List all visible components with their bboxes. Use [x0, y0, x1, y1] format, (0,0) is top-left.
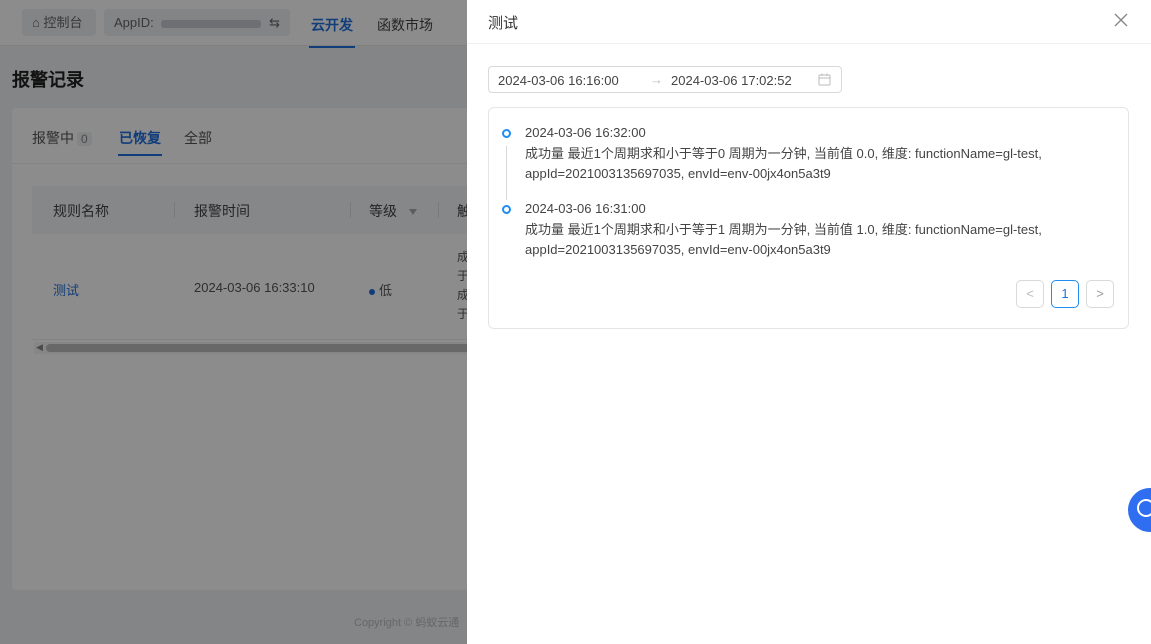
timeline-node-icon [502, 129, 511, 138]
prev-page-button[interactable]: < [1016, 280, 1044, 308]
alert-log-timeline: 2024-03-06 16:32:00 成功量 最近1个周期求和小于等于0 周期… [488, 107, 1129, 329]
drawer-header: 测试 [467, 0, 1151, 44]
log-message: 成功量 最近1个周期求和小于等于0 周期为一分钟, 当前值 0.0, 维度: f… [525, 146, 1042, 181]
date-range-picker[interactable]: 2024-03-06 16:16:00 → 2024-03-06 17:02:5… [488, 66, 842, 93]
log-time: 2024-03-06 16:32:00 [525, 125, 646, 140]
log-message: 成功量 最近1个周期求和小于等于1 周期为一分钟, 当前值 1.0, 维度: f… [525, 222, 1042, 257]
timeline-connector [506, 146, 507, 200]
drawer-title: 测试 [488, 15, 519, 32]
chat-icon [1137, 499, 1151, 517]
next-page-button[interactable]: > [1086, 280, 1114, 308]
log-time: 2024-03-06 16:31:00 [525, 201, 646, 216]
range-end[interactable]: 2024-03-06 17:02:52 [671, 73, 792, 88]
alert-detail-drawer: 测试 2024-03-06 16:16:00 → 2024-03-06 17:0… [467, 0, 1151, 644]
page-1-button[interactable]: 1 [1051, 280, 1079, 308]
range-arrow-icon: → [650, 72, 663, 87]
timeline-node-icon [502, 205, 511, 214]
close-icon[interactable] [1113, 12, 1129, 28]
calendar-icon [818, 73, 831, 86]
range-start[interactable]: 2024-03-06 16:16:00 [498, 73, 619, 88]
